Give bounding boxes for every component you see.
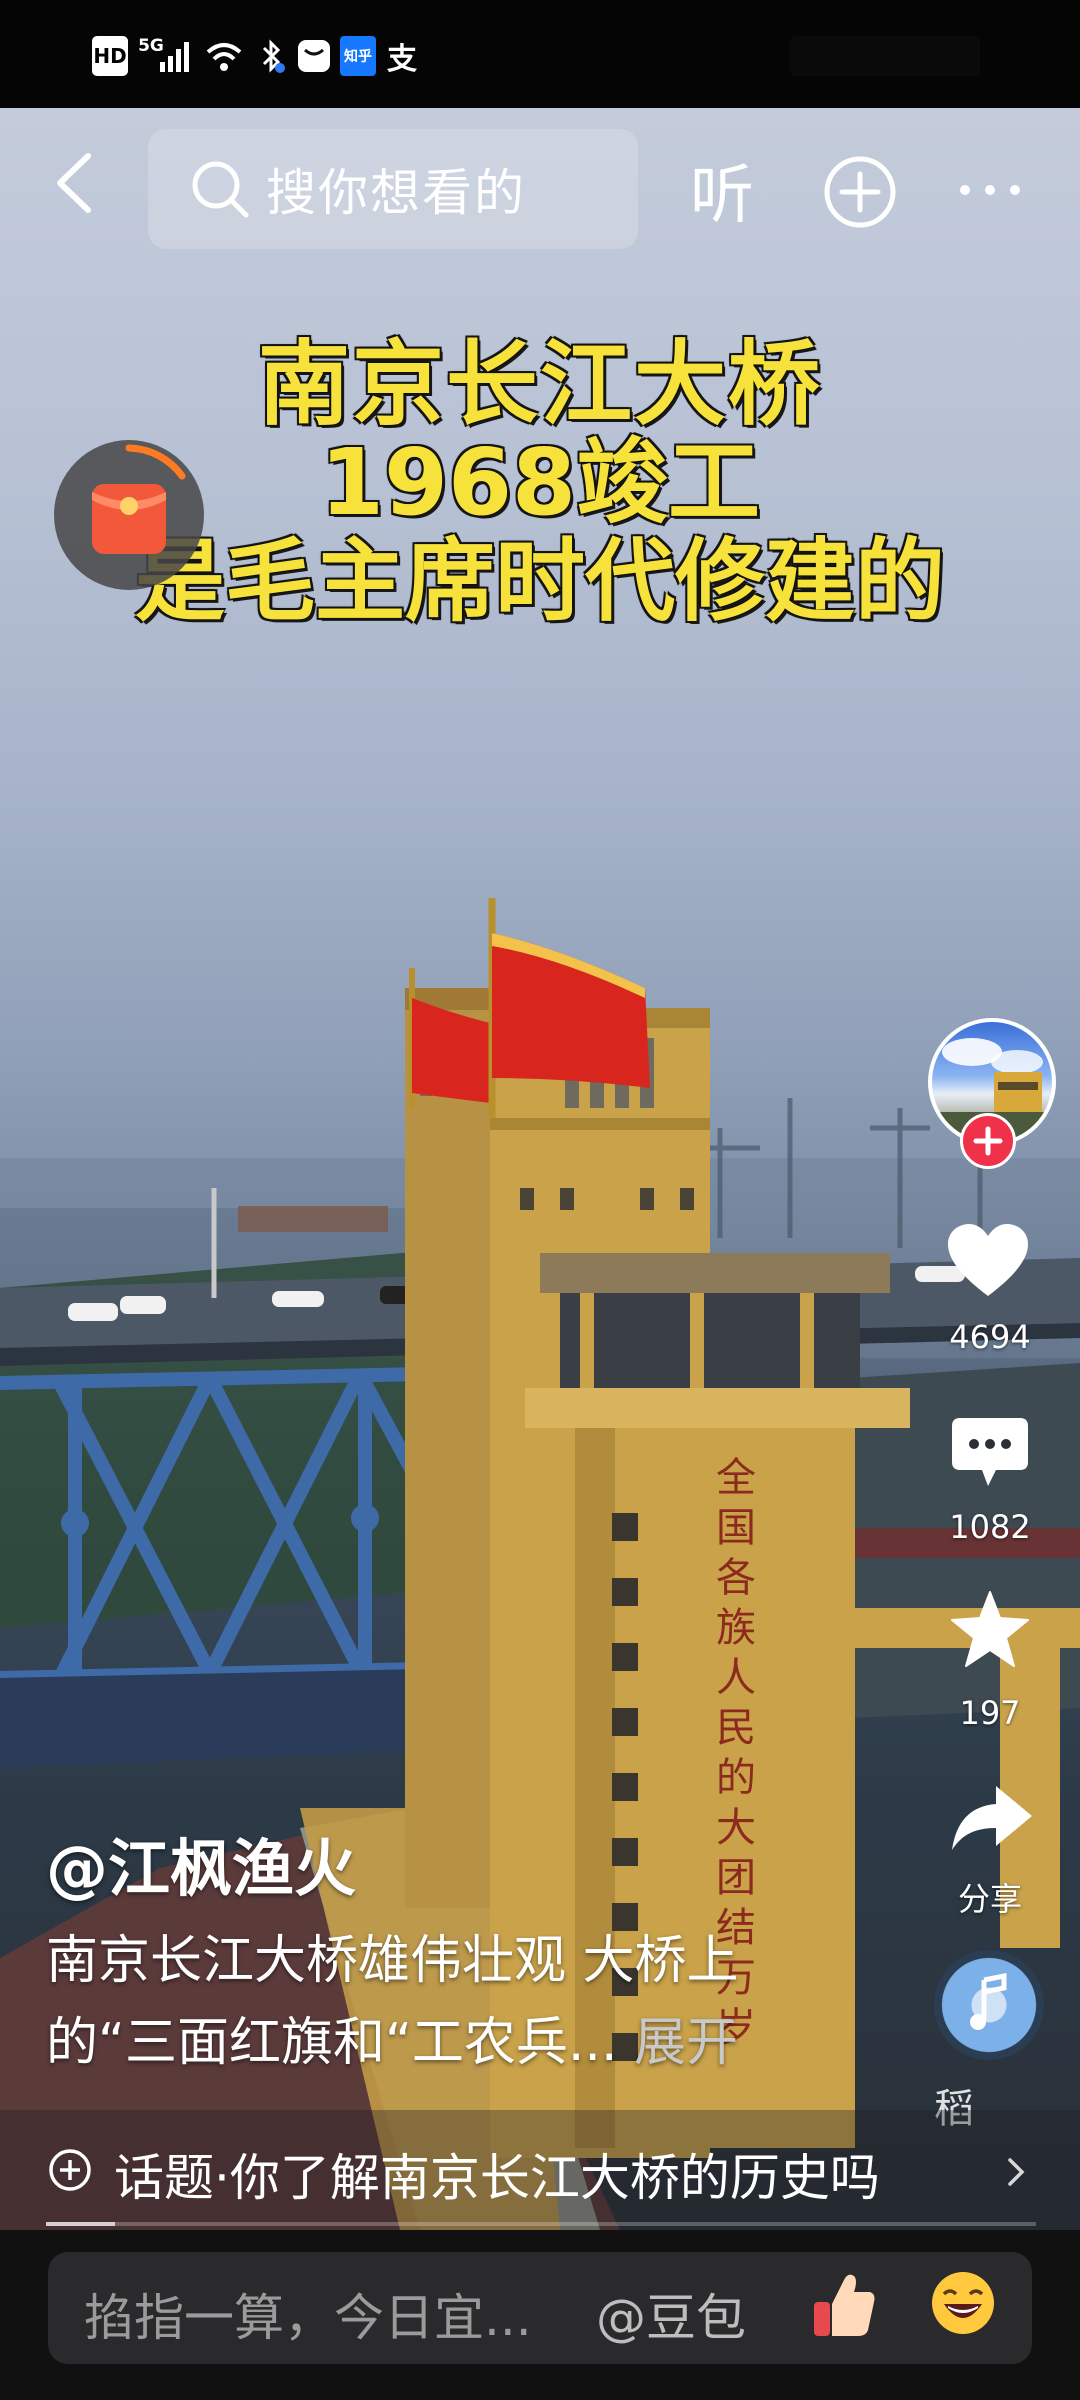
bluetooth-icon xyxy=(262,39,285,73)
comment-placeholder: 掐指一算，今日宜... xyxy=(84,2289,532,2347)
author-name[interactable]: @江枫渔火 xyxy=(46,1818,356,1908)
search-icon xyxy=(192,161,249,218)
share-label: 分享 xyxy=(957,1880,1022,1918)
like-count: 4694 xyxy=(949,1318,1031,1356)
laughing-emoji-icon[interactable] xyxy=(930,2270,996,2336)
listen-button[interactable]: 听 xyxy=(690,144,754,236)
add-icon[interactable] xyxy=(822,154,898,230)
mention-doubao-button[interactable]: @豆包 xyxy=(596,2278,746,2350)
like-heart-icon[interactable] xyxy=(946,1222,1030,1298)
status-bar: HD 5G 知乎 支 xyxy=(0,0,1080,108)
red-packet-icon xyxy=(92,444,186,554)
back-icon[interactable] xyxy=(42,148,112,218)
comment-count: 1082 xyxy=(949,1508,1031,1546)
expand-button[interactable]: 展开 xyxy=(634,2013,738,2073)
music-note-icon xyxy=(970,1972,1007,2030)
description-line-2: 的“三面红旗和“工农兵... 展开 xyxy=(46,2000,738,2075)
search-box[interactable]: 搜你想看的 xyxy=(148,129,638,249)
message-icon xyxy=(298,40,330,72)
chevron-right-icon xyxy=(1008,2158,1025,2186)
wifi-icon xyxy=(206,43,242,71)
alipay-icon: 支 xyxy=(387,42,417,77)
thumbs-up-emoji-icon[interactable] xyxy=(810,2268,878,2340)
video-progress-fill xyxy=(46,2222,116,2226)
topic-text[interactable]: 话题·你了解南京长江大桥的历史吗 xyxy=(114,2138,880,2210)
plus-icon xyxy=(973,1126,1003,1156)
more-icon[interactable] xyxy=(955,178,1025,202)
description-line-2-text: 的“三面红旗和“工农兵... xyxy=(46,2013,618,2073)
search-placeholder: 搜你想看的 xyxy=(266,164,526,222)
favorite-star-icon[interactable] xyxy=(948,1590,1032,1670)
favorite-count: 197 xyxy=(959,1694,1021,1732)
follow-button[interactable] xyxy=(960,1113,1016,1169)
top-nav: 搜你想看的 听 xyxy=(0,108,1080,268)
status-right-blur xyxy=(790,36,980,76)
video-progress-track[interactable] xyxy=(46,2222,1036,2226)
hd-icon: HD xyxy=(92,36,128,76)
topic-plus-icon xyxy=(49,2149,91,2191)
comment-icon[interactable] xyxy=(950,1416,1030,1490)
signal-icon xyxy=(160,42,189,72)
zhihu-icon: 知乎 xyxy=(340,36,376,76)
share-icon[interactable] xyxy=(950,1782,1034,1854)
red-packet-widget[interactable] xyxy=(54,440,204,590)
description-line-1: 南京长江大桥雄伟壮观 大桥上 xyxy=(46,1931,739,1991)
music-disc[interactable] xyxy=(934,1950,1044,2060)
